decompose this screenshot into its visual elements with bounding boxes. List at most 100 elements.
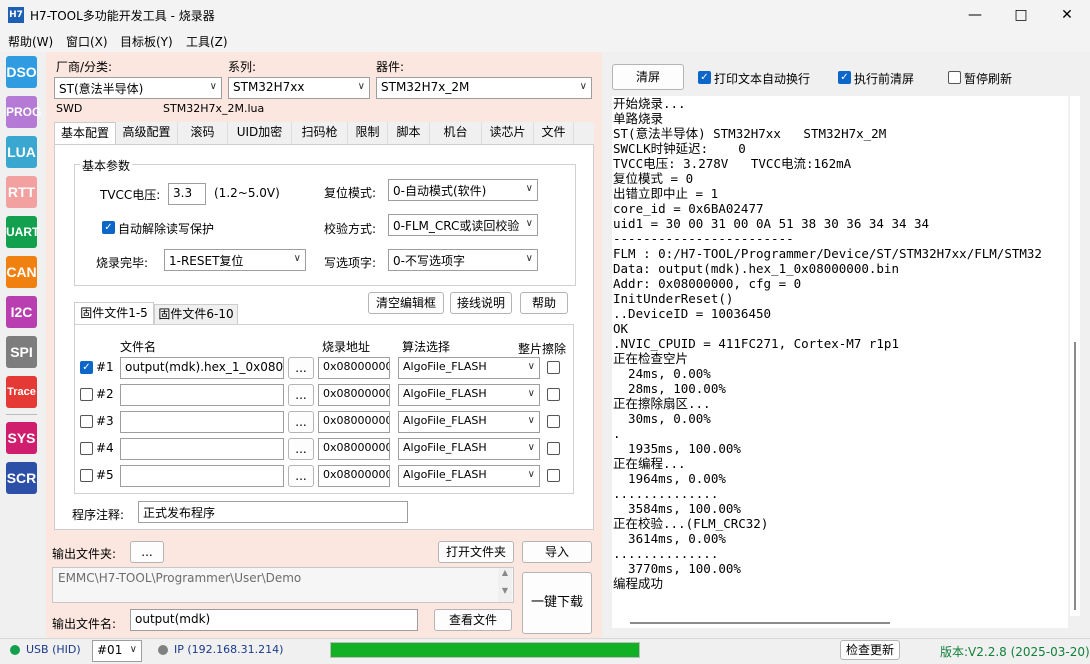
one-click-download-button[interactable]: 一键下载 xyxy=(522,572,592,634)
tab-uid-encrypt[interactable]: UID加密 xyxy=(228,122,292,144)
file-browse-button[interactable]: ... xyxy=(288,384,314,406)
note-input[interactable]: 正式发布程序 xyxy=(138,501,408,523)
chip-erase-checkbox[interactable] xyxy=(547,415,560,428)
chip-erase-checkbox[interactable] xyxy=(547,469,560,482)
log-vertical-scrollbar[interactable] xyxy=(1070,96,1080,616)
tvcc-input[interactable]: 3.3 xyxy=(168,183,206,205)
file-address-input[interactable]: 0x08000000 xyxy=(318,384,390,406)
vendor-select[interactable]: ST(意法半导体) ∨ xyxy=(54,77,222,99)
file-path-input[interactable]: output(mdk).hex_1_0x08000000 xyxy=(120,357,284,379)
sidebar-sys-button[interactable]: SYS xyxy=(6,422,37,454)
output-path-text: EMMC\H7-TOOL\Programmer\User\Demo xyxy=(58,571,302,585)
sidebar-scr-button[interactable]: SCR xyxy=(6,462,37,494)
log-output[interactable]: 开始烧录... 单路烧录 ST(意法半导体) STM32H7xx STM32H7x_… xyxy=(612,96,1068,616)
tab-file[interactable]: 文件 xyxy=(534,122,574,144)
chip-erase-checkbox[interactable] xyxy=(547,388,560,401)
help-button[interactable]: 帮助 xyxy=(520,292,568,314)
option-bytes-select[interactable]: 0-不写选项字 ∨ xyxy=(388,249,538,271)
menu-target[interactable]: 目标板(Y) xyxy=(120,33,173,50)
file-browse-button[interactable]: ... xyxy=(288,438,314,460)
wrap-text-checkbox[interactable]: ✓ xyxy=(698,71,711,84)
algorithm-value: AlgoFile_FLASH xyxy=(403,441,487,454)
after-program-select[interactable]: 1-RESET复位 ∨ xyxy=(164,249,306,271)
usb-status-text: USB (HID) xyxy=(26,643,81,656)
file-enable-checkbox[interactable] xyxy=(80,442,93,455)
clear-edit-button[interactable]: 清空编辑框 xyxy=(368,292,444,314)
close-icon[interactable]: ✕ xyxy=(1044,0,1090,30)
file-enable-checkbox[interactable] xyxy=(80,388,93,401)
algorithm-select[interactable]: AlgoFile_FLASH ∨ xyxy=(398,384,540,406)
file-address-input[interactable]: 0x08000000 xyxy=(318,411,390,433)
maximize-icon[interactable]: □ xyxy=(998,0,1044,30)
series-select[interactable]: STM32H7xx ∨ xyxy=(228,77,370,99)
sidebar-lua-button[interactable]: LUA xyxy=(6,136,37,168)
after-program-value: 1-RESET复位 xyxy=(169,254,244,268)
output-folder-browse-button[interactable]: ... xyxy=(130,541,164,563)
tab-scanner[interactable]: 扫码枪 xyxy=(292,122,348,144)
tab-advanced[interactable]: 高级配置 xyxy=(116,122,178,144)
algorithm-select[interactable]: AlgoFile_FLASH ∨ xyxy=(398,465,540,487)
verify-mode-select[interactable]: 0-FLM_CRC或读回校验 ∨ xyxy=(388,214,538,236)
file-enable-checkbox[interactable]: ✓ xyxy=(80,361,93,374)
tab-limit[interactable]: 限制 xyxy=(348,122,388,144)
file-browse-button[interactable]: ... xyxy=(288,465,314,487)
log-line: .............. xyxy=(613,546,719,561)
log-line: 正在检查空片 xyxy=(613,351,689,366)
menu-help[interactable]: 帮助(W) xyxy=(8,33,53,50)
tab-read-chip[interactable]: 读芯片 xyxy=(482,122,534,144)
sidebar-i2c-button[interactable]: I2C xyxy=(6,296,37,328)
clear-screen-button[interactable]: 清屏 xyxy=(612,64,684,90)
sidebar-prog-button[interactable]: PROG xyxy=(6,96,41,128)
menu-tools[interactable]: 工具(Z) xyxy=(186,33,228,50)
file-address-input[interactable]: 0x08000000 xyxy=(318,357,390,379)
file-enable-checkbox[interactable] xyxy=(80,415,93,428)
menu-window[interactable]: 窗口(X) xyxy=(66,33,108,50)
tab-firmware-6-10[interactable]: 固件文件6-10 xyxy=(154,304,238,324)
output-name-input[interactable]: output(mdk) xyxy=(130,609,418,631)
file-address-input[interactable]: 0x08000000 xyxy=(318,438,390,460)
sidebar-trace-button[interactable]: Trace xyxy=(6,376,37,408)
clear-before-run-checkbox[interactable]: ✓ xyxy=(838,71,851,84)
vendor-value: ST(意法半导体) xyxy=(59,82,144,96)
file-enable-checkbox[interactable] xyxy=(80,469,93,482)
file-browse-button[interactable]: ... xyxy=(288,357,314,379)
tvcc-label: TVCC电压: xyxy=(100,188,161,202)
sidebar-can-button[interactable]: CAN xyxy=(6,256,37,288)
open-folder-button[interactable]: 打开文件夹 xyxy=(438,541,514,563)
wiring-help-button[interactable]: 接线说明 xyxy=(450,292,512,314)
device-select[interactable]: STM32H7x_2M ∨ xyxy=(376,77,592,99)
algorithm-select[interactable]: AlgoFile_FLASH ∨ xyxy=(398,357,540,379)
file-browse-button[interactable]: ... xyxy=(288,411,314,433)
channel-select[interactable]: #01 ∨ xyxy=(92,640,142,662)
sidebar-uart-button[interactable]: UART xyxy=(6,216,39,248)
file-path-input[interactable] xyxy=(120,465,284,487)
chip-erase-checkbox[interactable] xyxy=(547,361,560,374)
view-file-button[interactable]: 查看文件 xyxy=(434,609,512,631)
auto-unlock-checkbox[interactable]: ✓ xyxy=(102,221,115,234)
file-path-input[interactable] xyxy=(120,411,284,433)
algorithm-select[interactable]: AlgoFile_FLASH ∨ xyxy=(398,411,540,433)
log-horizontal-scrollbar[interactable] xyxy=(612,616,1068,628)
reset-mode-select[interactable]: 0-自动模式(软件) ∨ xyxy=(388,179,538,201)
file-address-input[interactable]: 0x08000000 xyxy=(318,465,390,487)
file-path-input[interactable] xyxy=(120,384,284,406)
check-update-button[interactable]: 检查更新 xyxy=(840,640,900,660)
import-button[interactable]: 导入 xyxy=(522,541,592,563)
chevron-down-icon: ∨ xyxy=(525,253,533,264)
minimize-icon[interactable]: — xyxy=(952,0,998,30)
output-path-box[interactable]: EMMC\H7-TOOL\Programmer\User\Demo xyxy=(52,567,514,603)
tab-rolling-code[interactable]: 滚码 xyxy=(178,122,228,144)
pause-refresh-checkbox[interactable] xyxy=(948,71,961,84)
tab-script[interactable]: 脚本 xyxy=(388,122,430,144)
chip-erase-checkbox[interactable] xyxy=(547,442,560,455)
sidebar-rtt-button[interactable]: RTT xyxy=(6,176,37,208)
tab-firmware-1-5[interactable]: 固件文件1-5 xyxy=(74,302,154,324)
sidebar-spi-button[interactable]: SPI xyxy=(6,336,37,368)
tab-basic[interactable]: 基本配置 xyxy=(54,122,116,144)
file-path-input[interactable] xyxy=(120,438,284,460)
chevron-down-icon: ∨ xyxy=(209,81,217,92)
algorithm-select[interactable]: AlgoFile_FLASH ∨ xyxy=(398,438,540,460)
output-path-scrollbar[interactable]: ▲ ▼ xyxy=(498,568,512,602)
tab-machine[interactable]: 机台 xyxy=(430,122,482,144)
sidebar-dso-button[interactable]: DSO xyxy=(6,56,37,88)
